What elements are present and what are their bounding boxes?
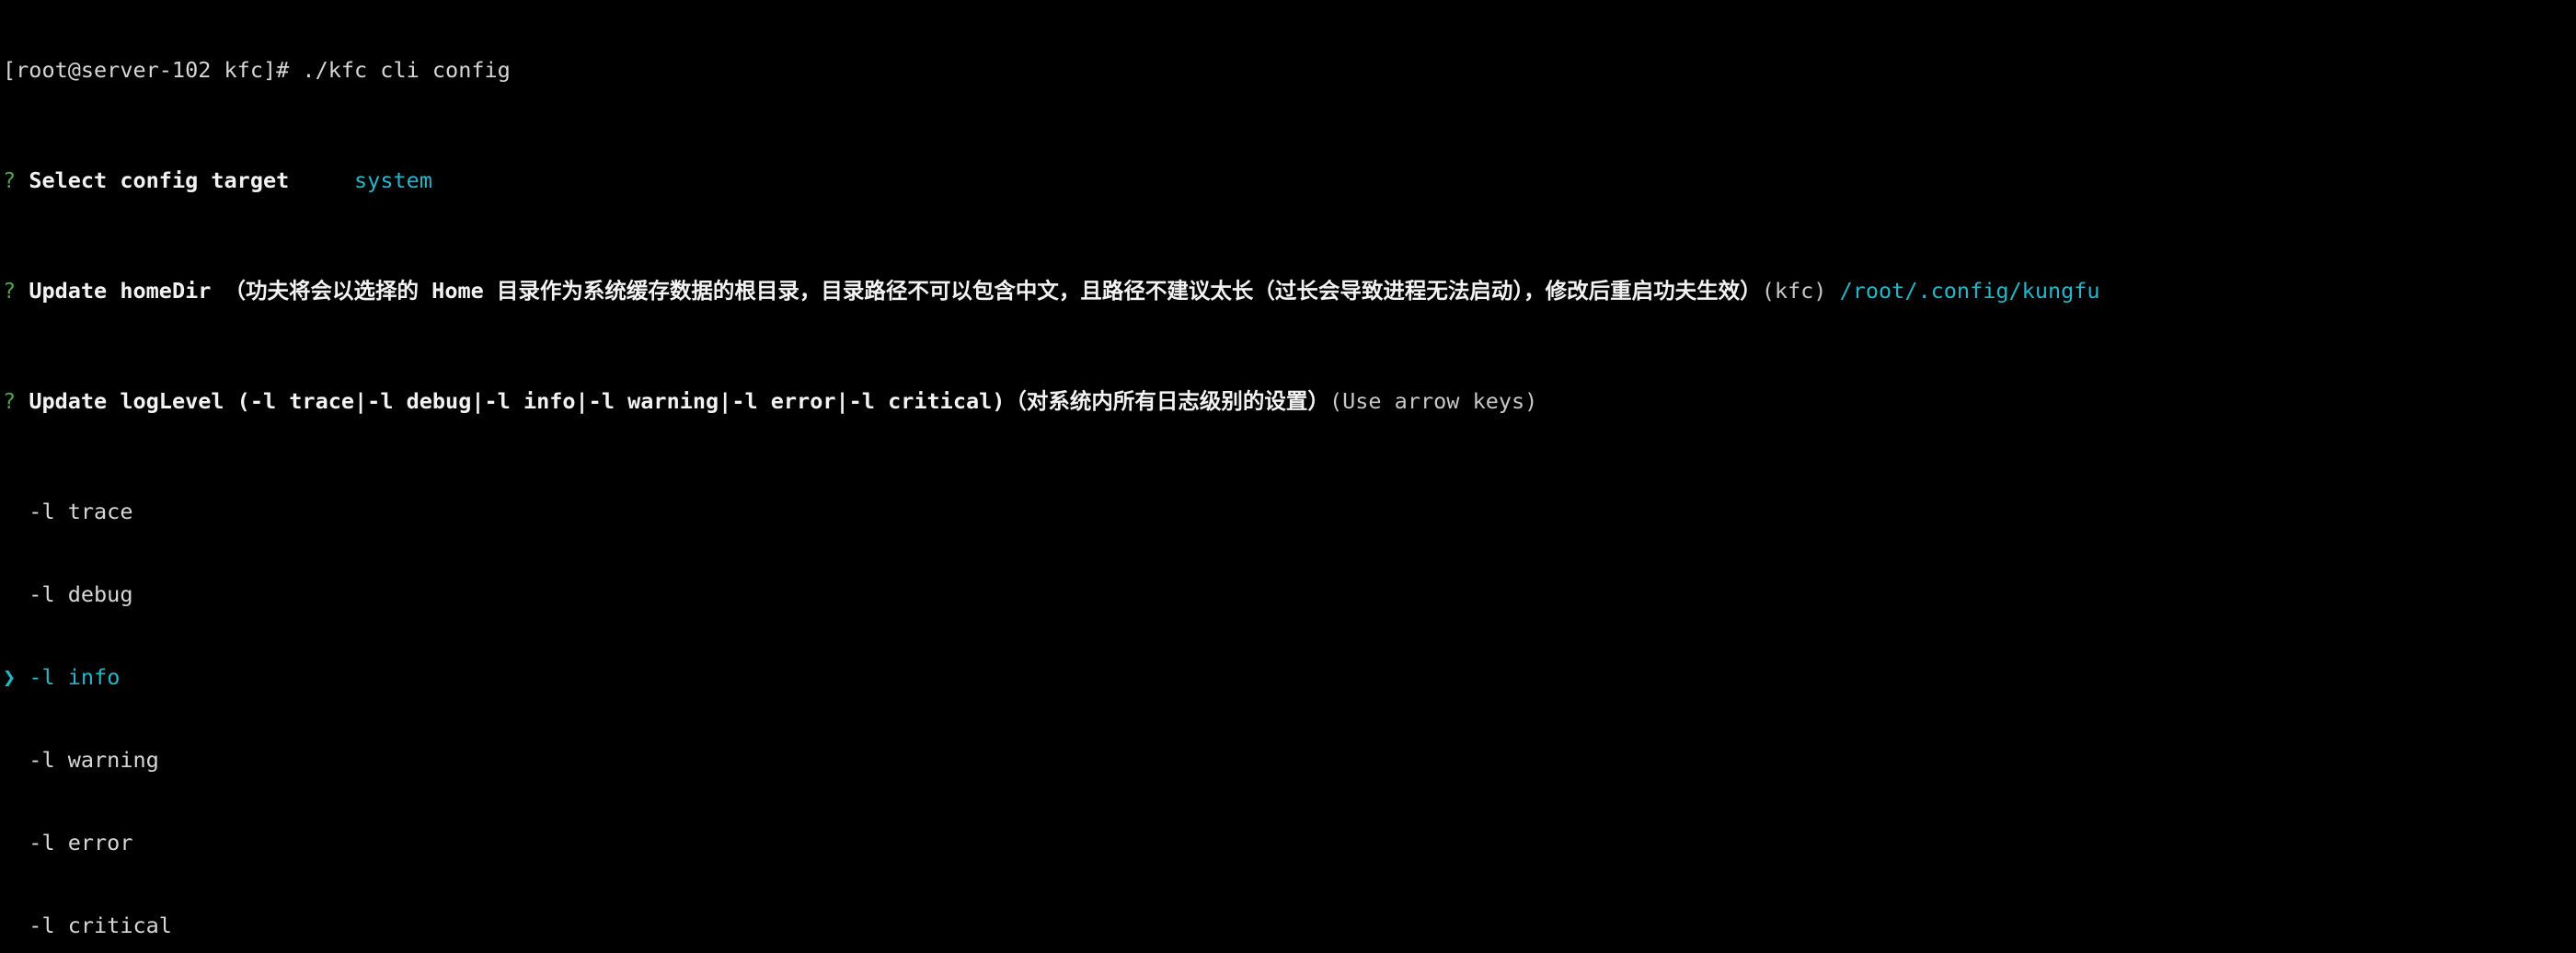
question-mark-icon: ? xyxy=(3,167,17,193)
option-trace[interactable]: -l trace xyxy=(3,498,2576,525)
command-text: ./kfc cli config xyxy=(302,57,511,83)
option-error[interactable]: -l error xyxy=(3,829,2576,856)
question-mark-icon: ? xyxy=(3,388,17,414)
option-debug[interactable]: -l debug xyxy=(3,580,2576,608)
option-critical[interactable]: -l critical xyxy=(3,912,2576,939)
question-answer: system xyxy=(354,167,432,193)
question-homedir: ? Update homeDir （功夫将会以选择的 Home 目录作为系统缓存… xyxy=(3,277,2576,304)
option-label: -l critical xyxy=(29,913,172,938)
question-hint: (Use arrow keys) xyxy=(1328,388,1538,414)
question-mark-icon: ? xyxy=(3,278,17,304)
question-default: (kfc) xyxy=(1761,278,1827,304)
question-label: Update homeDir （功夫将会以选择的 Home 目录作为系统缓存数据… xyxy=(29,278,1762,304)
option-label: -l debug xyxy=(29,581,133,607)
question-label: Select config target xyxy=(29,167,290,193)
option-label: -l trace xyxy=(29,499,133,524)
question-loglevel: ? Update logLevel (-l trace|-l debug|-l … xyxy=(3,387,2576,415)
terminal-window[interactable]: [root@server-102 kfc]# ./kfc cli config … xyxy=(0,0,2576,938)
shell-prompt: [root@server-102 kfc]# xyxy=(3,57,303,83)
question-answer: /root/.config/kungfu xyxy=(1839,278,2100,304)
option-label: -l error xyxy=(29,830,133,855)
question-label: Update logLevel (-l trace|-l debug|-l in… xyxy=(29,388,1329,414)
option-label: -l warning xyxy=(29,747,159,773)
option-info[interactable]: ❯ -l info xyxy=(3,663,2576,691)
option-label-selected: -l info xyxy=(29,664,121,690)
command-line: [root@server-102 kfc]# ./kfc cli config xyxy=(3,56,2576,84)
selection-pointer-icon: ❯ xyxy=(3,664,17,690)
question-config-target: ? Select config target system xyxy=(3,166,2576,194)
option-warning[interactable]: -l warning xyxy=(3,746,2576,774)
